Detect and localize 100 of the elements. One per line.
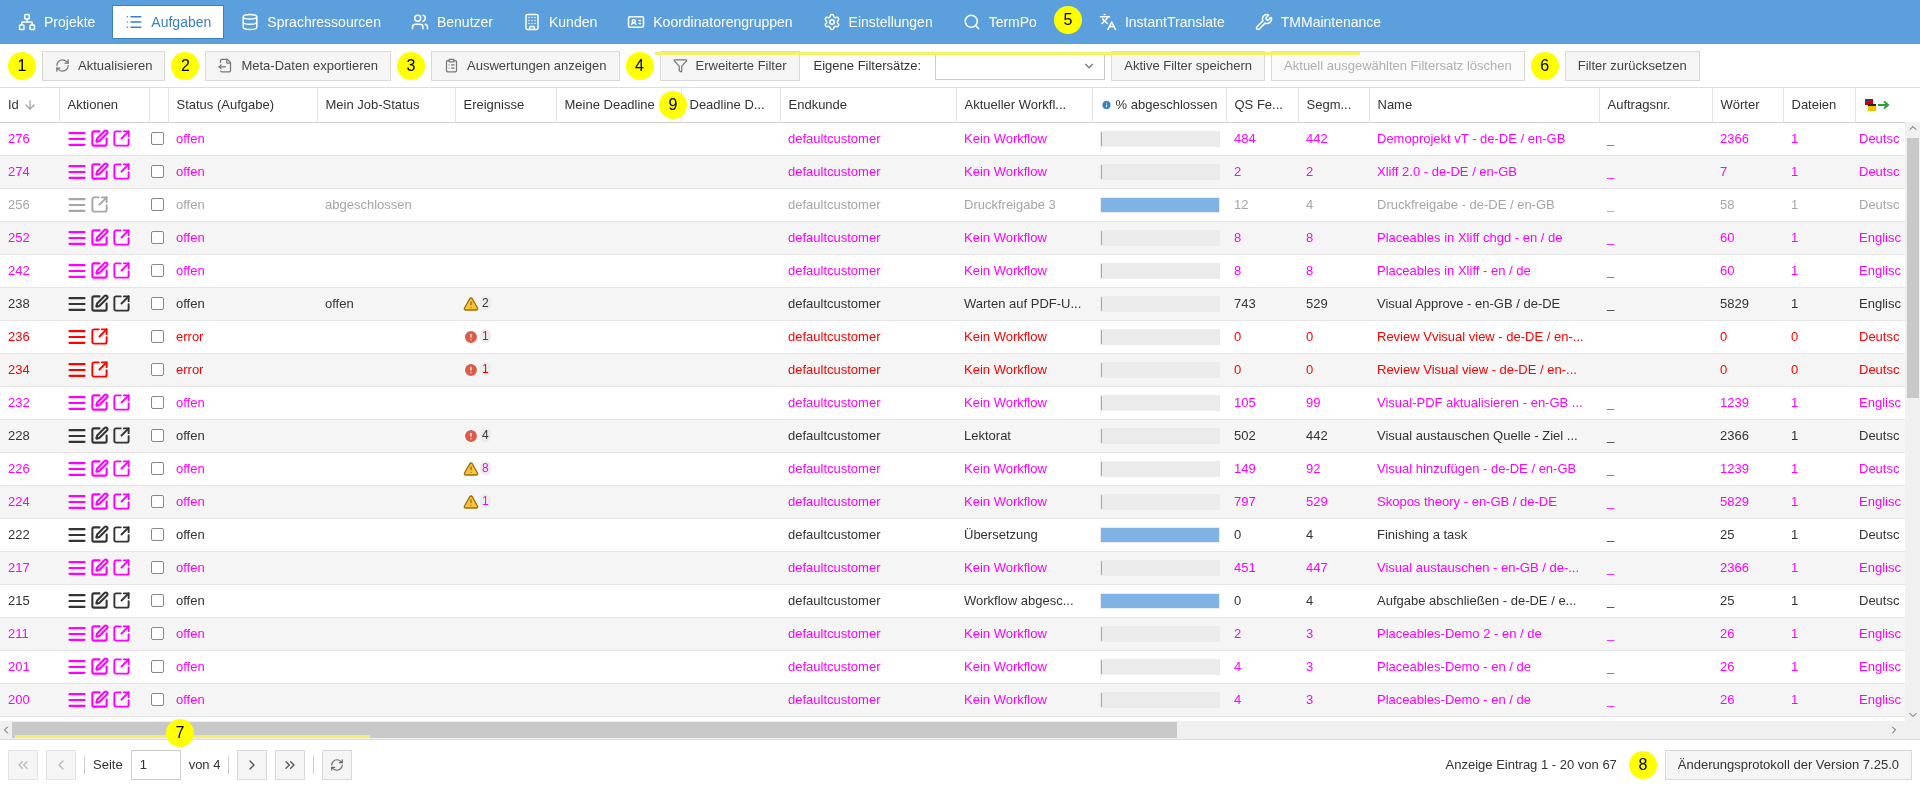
row-checkbox[interactable]	[151, 660, 164, 673]
customer-cell: defaultcustomer	[788, 691, 881, 707]
column-header[interactable]: QS Fe...	[1234, 97, 1283, 112]
last-page-button[interactable]	[275, 749, 306, 780]
event-count: 2	[480, 295, 491, 310]
name-cell: Xliff 2.0 - de-DE / en-GB	[1377, 163, 1517, 179]
workflow-cell: Kein Workflow	[964, 460, 1047, 476]
row-checkbox[interactable]	[151, 165, 164, 178]
id-cell: 228	[8, 427, 30, 443]
id-cell: 215	[8, 592, 30, 608]
language-cell: Deutsc	[1859, 460, 1900, 476]
page-label: Seite	[93, 755, 123, 774]
row-checkbox[interactable]	[151, 561, 164, 574]
callout-marker: 6	[1530, 51, 1559, 80]
vertical-scrollbar[interactable]	[1905, 122, 1920, 721]
files-cell: 0	[1791, 361, 1799, 377]
row-checkbox[interactable]	[151, 297, 164, 310]
row-checkbox[interactable]	[151, 198, 164, 211]
event-count: 4	[480, 427, 491, 442]
order-number-cell: _	[1607, 691, 1615, 707]
column-header[interactable]: Mein Job-Status	[325, 97, 420, 112]
warning-icon	[463, 460, 479, 477]
column-header[interactable]: Dateien	[1791, 97, 1837, 112]
row-checkbox[interactable]	[151, 396, 164, 409]
id-cell: 276	[8, 130, 30, 146]
column-header[interactable]: Meine Deadline	[564, 95, 655, 115]
edit-icon[interactable]	[90, 294, 109, 313]
files-cell: 1	[1791, 460, 1799, 476]
open-external-icon[interactable]	[112, 525, 131, 544]
files-cell: 1	[1791, 163, 1799, 179]
column-header[interactable]: Aktueller Workfl...	[964, 97, 1067, 112]
row-checkbox[interactable]	[151, 627, 164, 640]
column-header[interactable]: Id	[8, 95, 19, 115]
row-checkbox[interactable]	[151, 330, 164, 343]
changelog-button[interactable]: Änderungsprotokoll der Version 7.25.0	[1664, 749, 1912, 780]
column-header[interactable]: Wörter	[1720, 97, 1760, 112]
row-checkbox[interactable]	[151, 363, 164, 376]
row-checkbox[interactable]	[151, 495, 164, 508]
workflow-cell: Lektorat	[964, 427, 1011, 443]
row-checkbox[interactable]	[151, 462, 164, 475]
row-checkbox[interactable]	[151, 429, 164, 442]
workflow-cell: Workflow abgesc...	[964, 592, 1074, 608]
column-header[interactable]: Deadline D...	[689, 97, 765, 112]
column-header[interactable]: Name	[1377, 97, 1413, 112]
customer-cell: defaultcustomer	[788, 559, 881, 575]
status-cell: offen	[176, 394, 205, 410]
segments-cell: 92	[1306, 460, 1321, 476]
toolbar-button[interactable]: Aktualisieren	[42, 50, 166, 81]
workflow-cell: Kein Workflow	[964, 229, 1047, 245]
words-cell: 7	[1720, 163, 1728, 179]
order-number-cell: _	[1607, 658, 1615, 674]
files-cell: 1	[1791, 262, 1799, 278]
page-field[interactable]: 1	[130, 749, 181, 780]
row-checkbox[interactable]	[151, 231, 164, 244]
column-header[interactable]: Auftragsnr.	[1607, 97, 1671, 112]
name-cell: Visual-PDF aktualisieren - en-GB ...	[1377, 394, 1583, 410]
column-header[interactable]: Segm...	[1306, 97, 1352, 112]
first-page-button[interactable]	[8, 749, 38, 780]
segments-cell: 442	[1306, 427, 1328, 443]
id-cell: 274	[8, 163, 30, 179]
toolbar-button[interactable]: Meta-Daten exportieren	[205, 50, 391, 81]
column-header[interactable]: Ereignisse	[463, 97, 525, 112]
edit-icon[interactable]	[90, 525, 109, 544]
refresh-icon	[55, 58, 70, 73]
column-header[interactable]: Status (Aufgabe)	[176, 97, 275, 112]
edit-icon[interactable]	[90, 426, 109, 445]
files-cell: 1	[1791, 229, 1799, 245]
status-cell: offen	[176, 427, 205, 443]
customer-cell: defaultcustomer	[788, 262, 881, 278]
wrench-icon	[1254, 13, 1273, 31]
files-cell: 1	[1791, 130, 1799, 146]
row-checkbox[interactable]	[151, 528, 164, 541]
order-number-cell: _	[1607, 196, 1615, 212]
column-header[interactable]: Aktionen	[67, 97, 119, 112]
filter-button[interactable]: Filter zurücksetzen	[1564, 50, 1700, 81]
horizontal-scrollbar[interactable]	[0, 721, 1920, 739]
next-page-button[interactable]	[237, 749, 268, 780]
open-external-icon[interactable]	[112, 426, 131, 445]
workflow-cell: Kein Workflow	[964, 559, 1047, 575]
scroll-thumb[interactable]	[1906, 138, 1919, 398]
toolbar-button[interactable]: Auswertungen anzeigen	[431, 50, 620, 81]
row-checkbox[interactable]	[151, 132, 164, 145]
open-external-icon[interactable]	[112, 294, 131, 313]
order-number-cell: _	[1607, 559, 1615, 575]
name-cell: Aufgabe abschließen - de-DE / e...	[1377, 592, 1577, 608]
scroll-thumb[interactable]	[12, 722, 1177, 738]
row-checkbox[interactable]	[151, 264, 164, 277]
reload-button[interactable]	[322, 749, 353, 780]
edit-icon[interactable]	[90, 591, 109, 610]
column-header[interactable]: % abgeschlossen	[1115, 95, 1218, 115]
row-checkbox[interactable]	[151, 594, 164, 607]
workflow-cell: Kein Workflow	[964, 163, 1047, 179]
name-cell: Visual Approve - en-GB / de-DE	[1377, 295, 1561, 311]
column-header[interactable]: Endkunde	[788, 97, 848, 112]
row-checkbox[interactable]	[151, 693, 164, 706]
words-cell: 5829	[1720, 493, 1749, 509]
customer-cell: defaultcustomer	[788, 493, 881, 509]
nav-tab[interactable]: Aufgaben	[112, 5, 225, 39]
open-external-icon[interactable]	[112, 591, 131, 610]
sitemap-icon	[18, 13, 36, 31]
